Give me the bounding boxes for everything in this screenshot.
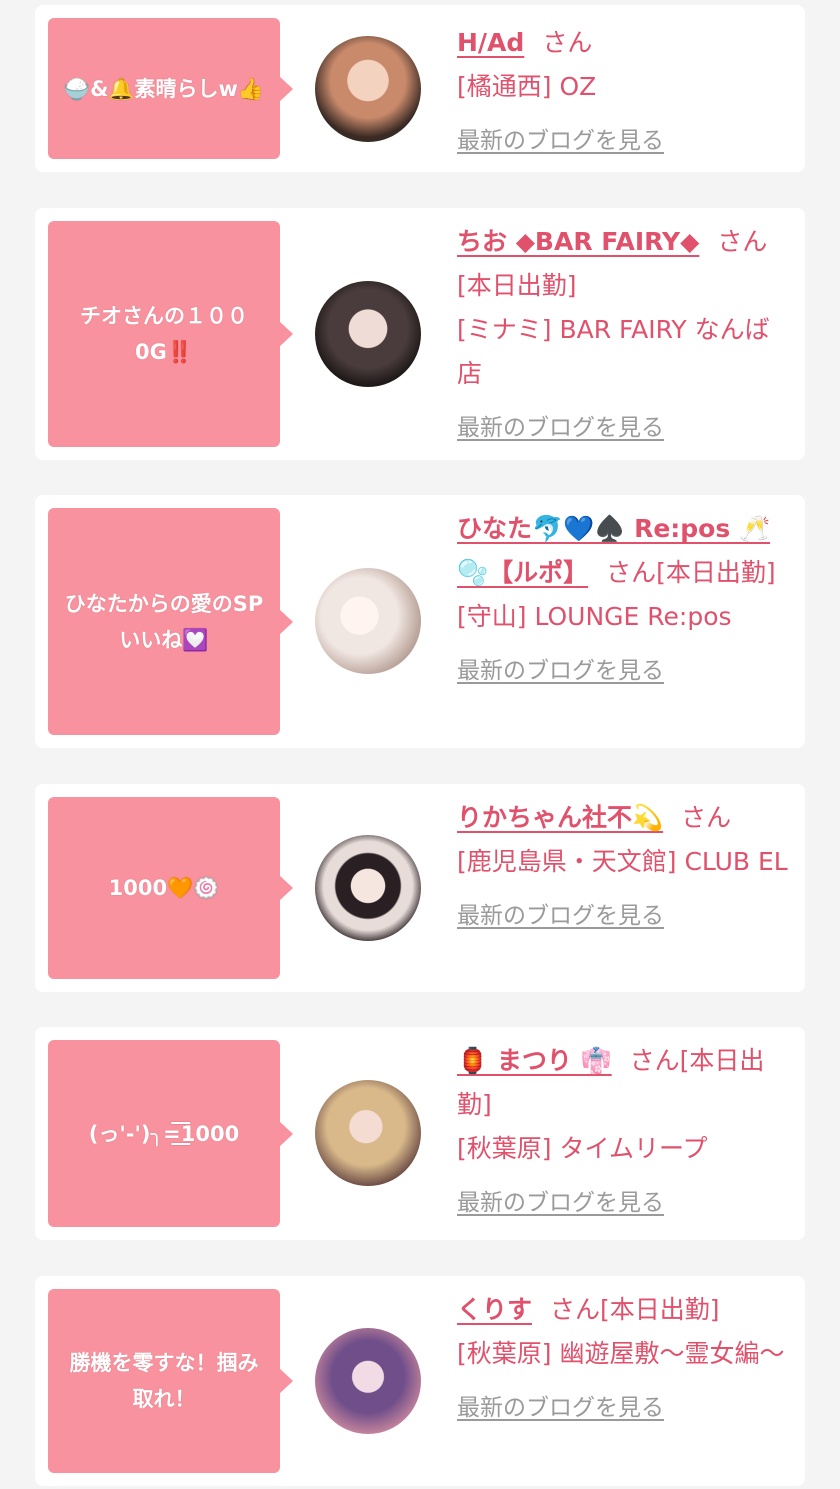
shop-info: [秋葉原] タイムリープ [457, 1134, 708, 1163]
list-item: 1000🧡🍥 りかちゃん社不💫 さん [鹿児島県・天文館] CLUB EL 最新の… [35, 784, 805, 992]
list-item: 🍚&🔔素晴らしw👍 H/Ad さん [橘通西] OZ 最新のブログを見る [35, 5, 805, 172]
message-text: 勝機を零すな！掴み取れ！ [69, 1351, 259, 1411]
shop-info: [ミナミ] BAR FAIRY なんば店 [457, 315, 770, 388]
latest-blog-link[interactable]: 最新のブログを見る [457, 121, 664, 155]
latest-blog-link[interactable]: 最新のブログを見る [457, 408, 664, 442]
shop-info: [本日出勤] [457, 271, 577, 300]
cast-name-link[interactable]: ちお ◆BAR FAIRY◆ [457, 227, 699, 256]
message-text: (っ'-')╮=͟͟͞͞1000 [88, 1121, 240, 1146]
message-text: チオさんの１００ 0G‼️ [80, 304, 248, 364]
cast-name-link[interactable]: りかちゃん社不💫 [457, 803, 663, 832]
list-item: チオさんの１００ 0G‼️ ちお ◆BAR FAIRY◆ さん [本日出勤] [ミ… [35, 208, 805, 460]
list-item: 勝機を零すな！掴み取れ！ くりす さん[本日出勤] [秋葉原] 幽遊屋敷〜霊女編〜… [35, 1276, 805, 1486]
honorific: さん [681, 803, 732, 832]
message-bubble: 🍚&🔔素晴らしw👍 [48, 18, 293, 159]
list-item: ひなたからの愛のSPいいね💟 ひなた🐬💙♠️ Re:pos 🥂🫧【ルポ】 さん[本… [35, 495, 805, 748]
honorific: さん [542, 28, 593, 57]
message-bubble: チオさんの１００ 0G‼️ [48, 221, 293, 447]
blog-like-list: 🍚&🔔素晴らしw👍 H/Ad さん [橘通西] OZ 最新のブログを見る チオさん… [0, 0, 840, 1489]
avatar[interactable] [315, 1080, 421, 1186]
latest-blog-link[interactable]: 最新のブログを見る [457, 651, 664, 685]
cast-name-link[interactable]: H/Ad [457, 28, 524, 57]
avatar[interactable] [315, 568, 421, 674]
shop-info: [橘通西] OZ [457, 72, 597, 101]
avatar[interactable] [315, 835, 421, 941]
honorific: さん[本日出勤] [550, 1295, 720, 1324]
list-item: (っ'-')╮=͟͟͞͞1000 🏮 まつり 👘 さん[本日出勤] [秋葉原] タ… [35, 1027, 805, 1240]
shop-info: [鹿児島県・天文館] CLUB EL [457, 847, 788, 876]
message-text: ひなたからの愛のSPいいね💟 [64, 591, 264, 652]
avatar[interactable] [315, 36, 421, 142]
avatar[interactable] [315, 281, 421, 387]
shop-info: [守山] LOUNGE Re:pos [457, 602, 732, 631]
message-bubble: (っ'-')╮=͟͟͞͞1000 [48, 1040, 293, 1227]
message-bubble: ひなたからの愛のSPいいね💟 [48, 508, 293, 735]
honorific: さん[本日出勤] [606, 558, 776, 587]
latest-blog-link[interactable]: 最新のブログを見る [457, 1388, 664, 1422]
cast-name-link[interactable]: 🏮 まつり 👘 [457, 1046, 612, 1075]
message-text: 🍚&🔔素晴らしw👍 [63, 76, 265, 101]
message-bubble: 1000🧡🍥 [48, 797, 293, 979]
honorific: さん [717, 227, 768, 256]
shop-info: [秋葉原] 幽遊屋敷〜霊女編〜 [457, 1339, 785, 1368]
avatar[interactable] [315, 1328, 421, 1434]
latest-blog-link[interactable]: 最新のブログを見る [457, 1183, 664, 1217]
message-bubble: 勝機を零すな！掴み取れ！ [48, 1289, 293, 1473]
message-text: 1000🧡🍥 [108, 876, 220, 900]
cast-name-link[interactable]: くりす [457, 1295, 532, 1324]
latest-blog-link[interactable]: 最新のブログを見る [457, 896, 664, 930]
